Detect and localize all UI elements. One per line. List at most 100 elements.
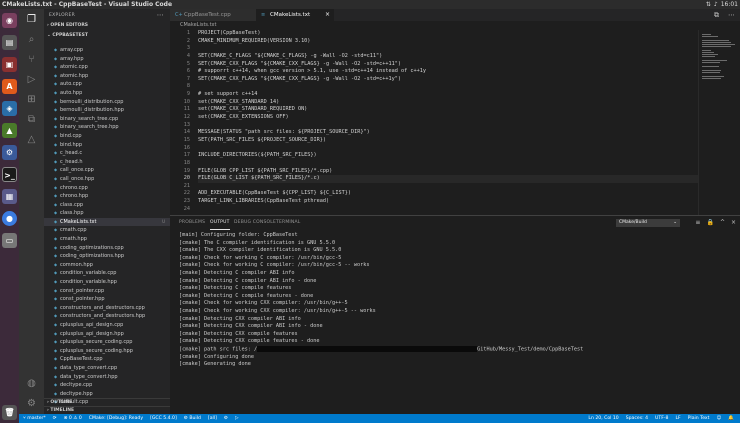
branch-indicator[interactable]: ⑂ master* [23, 414, 46, 423]
debug-icon[interactable]: ⚙ [224, 414, 228, 423]
code-line[interactable] [198, 206, 698, 214]
file-item[interactable]: ◆ array.hpp [44, 55, 170, 64]
code-line[interactable]: PROJECT(CppBaseTest) [198, 30, 698, 38]
extensions-icon[interactable]: ⊞ [25, 93, 38, 106]
code-line[interactable]: SET(CMAKE_C_FLAGS "${CMAKE_C_FLAGS} -g -… [198, 53, 698, 61]
vscode-launcher-icon[interactable]: ◈ [2, 101, 17, 116]
file-item[interactable]: ◆ constructors_and_destructors.cpp [44, 304, 170, 313]
file-item[interactable]: ◆ call_once.hpp [44, 175, 170, 184]
file-item[interactable]: ◆ cplusplus_api_design.hpp [44, 330, 170, 339]
feedback-icon[interactable]: ☺ [716, 414, 721, 423]
more-actions-icon[interactable]: ⋯ [728, 9, 735, 21]
file-item[interactable]: ◆ binary_search_tree.cpp [44, 115, 170, 124]
file-item[interactable]: ◆ bind.cpp [44, 132, 170, 141]
file-item[interactable]: ◆ binary_search_tree.hpp [44, 123, 170, 132]
file-item[interactable]: ◆ coding_optimizations.cpp [44, 244, 170, 253]
file-item[interactable]: ◆ condition_variable.hpp [44, 278, 170, 287]
tab-problems[interactable]: PROBLEMS [179, 216, 205, 230]
tab-cmakelists[interactable]: ≡ CMakeLists.txt × [256, 9, 334, 21]
file-item[interactable]: ◆ auto.hpp [44, 89, 170, 98]
file-item[interactable]: ◆ condition_variable.cpp [44, 269, 170, 278]
file-item[interactable]: ◆ bernoulli_distribution.cpp [44, 98, 170, 107]
code-line[interactable]: SET(PATH_SRC_FILES ${PROJECT_SOURCE_DIR}… [198, 137, 698, 145]
tab-output[interactable]: OUTPUT [210, 216, 230, 230]
file-item[interactable]: ◆ cplusplus_api_design.cpp [44, 321, 170, 330]
file-item[interactable]: ◆ chrono.cpp [44, 184, 170, 193]
volume-icon[interactable]: ♪ [714, 0, 718, 9]
source-control-icon[interactable]: ⑂ [25, 53, 38, 66]
code-line[interactable] [198, 145, 698, 153]
code-line[interactable]: TARGET_LINK_LIBRARIES(CppBaseTest pthrea… [198, 198, 698, 206]
timeline-section[interactable]: › TIMELINE [44, 406, 170, 414]
code-line[interactable]: # supporrt c++14, when gcc version > 5.1… [198, 68, 698, 76]
file-item[interactable]: ◆ array.cpp [44, 46, 170, 55]
code-line[interactable]: SET(CMAKE_CXX_FLAGS "${CMAKE_CXX_FLAGS} … [198, 61, 698, 69]
code-line[interactable]: set(CMAKE_CXX_EXTENSIONS OFF) [198, 114, 698, 122]
debug-icon[interactable]: ▷ [25, 73, 38, 86]
code-line[interactable] [198, 122, 698, 130]
line-ending[interactable]: LF [675, 414, 680, 423]
code-line[interactable] [198, 45, 698, 53]
file-item[interactable]: ◆ bernoulli_distribution.hpp [44, 106, 170, 115]
file-item[interactable]: ◆ chrono.hpp [44, 192, 170, 201]
file-item[interactable]: ◆ cplusplus_secure_coding.cpp [44, 338, 170, 347]
code-line[interactable]: FILE(GLOB C_LIST ${PATH_SRC_FILES}/*.c) [198, 175, 698, 183]
maximize-panel-icon[interactable]: ^ [720, 219, 725, 227]
target-selector[interactable]: [all] [208, 414, 217, 423]
language-mode[interactable]: Plain Text [688, 414, 710, 423]
code-line[interactable]: # set support c++14 [198, 91, 698, 99]
file-item[interactable]: ◆ auto.cpp [44, 80, 170, 89]
file-item[interactable]: ◆ CppBaseTest.cpp [44, 355, 170, 364]
indentation[interactable]: Spaces: 4 [626, 414, 648, 423]
app-launcher-icon-green[interactable]: ▲ [2, 123, 17, 138]
file-item[interactable]: ◆ coding_optimizations.hpp [44, 252, 170, 261]
split-editor-icon[interactable]: ⧉ [714, 9, 719, 21]
code-line[interactable]: CMAKE_MINIMUM_REQUIRED(VERSION 3.10) [198, 38, 698, 46]
clock[interactable]: 16:01 [721, 0, 738, 9]
outline-section[interactable]: › OUTLINE [44, 398, 170, 406]
software-center-icon[interactable]: ▣ [2, 57, 17, 72]
run-icon[interactable]: ▷ [235, 414, 239, 423]
sync-icon[interactable]: ⟳ [53, 414, 57, 423]
file-item[interactable]: ◆ cplusplus_secure_coding.hpp [44, 347, 170, 356]
clear-output-icon[interactable]: ≡ [695, 219, 700, 227]
cursor-position[interactable]: Ln 20, Col 10 [588, 414, 618, 423]
file-item[interactable]: ◆ class.hpp [44, 209, 170, 218]
tab-terminal[interactable]: TERMINAL [276, 216, 300, 230]
output-channel-select[interactable]: CMake/Build ⌄ [616, 219, 680, 227]
output-log[interactable]: [main] Configuring folder: CppBaseTest [c… [179, 232, 734, 369]
file-item[interactable]: ◆ data_type_convert.cpp [44, 364, 170, 373]
code-line[interactable]: SET(CMAKE_CXX_FLAGS "${CMAKE_CXX_FLAGS} … [198, 76, 698, 84]
tab-cppbasetest-cpp[interactable]: C+ CppBaseTest.cpp [170, 9, 256, 21]
file-item[interactable]: ◆ constructors_and_destructors.hpp [44, 312, 170, 321]
workspace-icon[interactable]: ▦ [2, 189, 17, 204]
search-icon[interactable]: ⌕ [25, 33, 38, 46]
file-item[interactable]: ◆ atomic.cpp [44, 63, 170, 72]
code-line[interactable]: ADD_EXECUTABLE(CppBaseTest ${CPP_LIST} $… [198, 190, 698, 198]
code-area[interactable]: PROJECT(CppBaseTest) CMAKE_MINIMUM_REQUIR… [198, 30, 698, 213]
close-panel-icon[interactable]: × [731, 219, 736, 227]
file-item[interactable]: ◆ atomic.hpp [44, 72, 170, 81]
drive-icon[interactable]: ▭ [2, 233, 17, 248]
terminal-icon[interactable]: >_ [2, 167, 17, 182]
settings-gear-icon[interactable]: ⚙ [25, 397, 38, 410]
breadcrumb[interactable]: CMakeLists.txt [170, 21, 740, 30]
chrome-icon[interactable]: ● [2, 211, 17, 226]
file-item[interactable]: ◆ common.hpp [44, 261, 170, 270]
file-item[interactable]: ◆ data_type_convert.hpp [44, 373, 170, 382]
code-line[interactable]: FILE(GLOB CPP_LIST ${PATH_SRC_FILES}/*.c… [198, 168, 698, 176]
breadcrumb-file[interactable]: CMakeLists.txt [180, 22, 216, 28]
file-item[interactable]: ◆ cmath.cpp [44, 226, 170, 235]
file-item[interactable]: ◆ const_pointer.cpp [44, 287, 170, 296]
open-editors-section[interactable]: › OPEN EDITORS [44, 22, 170, 30]
minimap[interactable] [698, 30, 740, 215]
ubuntu-dash-icon[interactable]: ◉ [2, 13, 17, 28]
file-item[interactable]: ◆ c_head.h [44, 158, 170, 167]
project-folder-section[interactable]: ⌄ CPPBASETEST [44, 32, 170, 40]
file-item[interactable]: ◆ decltype.cpp [44, 381, 170, 390]
file-item[interactable]: ◆ class.cpp [44, 201, 170, 210]
code-line[interactable]: set(CMAKE_CXX_STANDARD_REQUIRED ON) [198, 106, 698, 114]
code-line[interactable]: set(CMAKE_CXX_STANDARD 14) [198, 99, 698, 107]
code-editor[interactable]: 1 2 3 4 5 6 7 8 9 10 11 12 13 14 15 16 17 18 19 20 21 22 23 24 … [170, 30, 698, 215]
trash-icon[interactable]: 🗑 [2, 405, 17, 420]
